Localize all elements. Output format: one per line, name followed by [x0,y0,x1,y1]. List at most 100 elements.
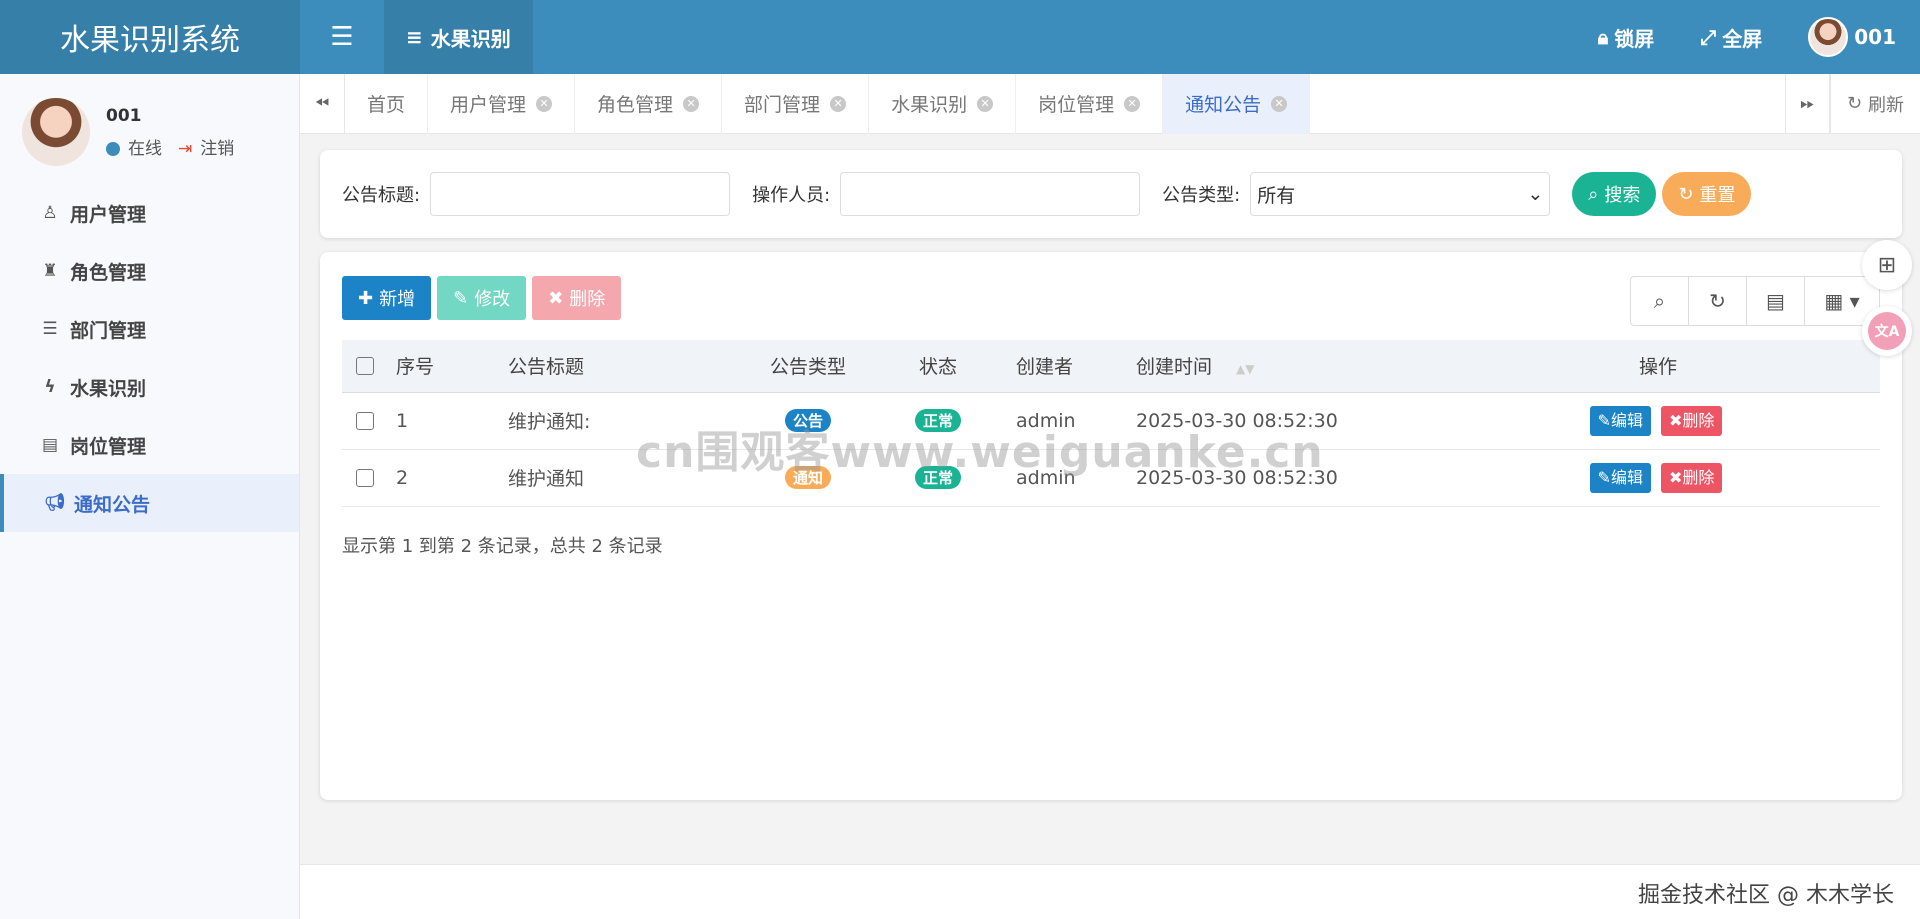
logout-link[interactable]: ⇥ 注销 [178,134,234,159]
type-select[interactable]: 所有 ⌄ [1250,172,1551,216]
row-edit-button[interactable]: ✎编辑 [1589,405,1651,436]
sort-icon: ▲▼ [1236,362,1255,377]
col-type: 公告类型 [728,340,888,393]
tab-role[interactable]: 角色管理 ✕ [575,73,723,134]
times-icon: ✖ [548,287,564,309]
row-delete-button[interactable]: ✖删除 [1661,405,1723,436]
search-panel: 公告标题: 操作人员: 公告类型: 所有 ⌄ ⌕ 搜索 ↻ 重置 [320,150,1902,238]
sidebar-item-role[interactable]: ♜ 角色管理 [0,242,299,300]
hamburger-icon: ☰ [330,22,354,52]
tab-post[interactable]: 岗位管理 ✕ [1016,73,1164,134]
logout-icon: ⇥ [178,138,193,159]
role-icon: ♜ [42,261,58,281]
online-dot-icon [106,141,120,156]
dept-icon: ☰ [42,319,58,339]
expand-icon: ⤢ [1700,25,1717,49]
tab-user[interactable]: 用户管理 ✕ [428,73,576,134]
tab-dept[interactable]: 部门管理 ✕ [722,73,870,134]
chevron-down-icon: ⌄ [1527,183,1544,205]
list-icon: ▤ [1766,289,1785,313]
lock-icon: 🔒︎ [1597,25,1609,49]
sidebar-user-name: 001 [106,105,142,126]
tab-scroll-right-button[interactable]: ⏩︎ [1785,73,1830,134]
refresh-icon: ↻ [1709,289,1726,313]
close-icon[interactable]: ✕ [830,95,847,112]
title-label: 公告标题: [342,185,421,206]
edit-icon: ✎ [1597,467,1611,487]
toggle-view-button[interactable]: ▤ [1747,277,1805,325]
col-creator: 创建者 [988,340,1136,393]
row-edit-button[interactable]: ✎编辑 [1589,462,1651,493]
type-badge: 通知 [784,466,831,489]
pagination-info: 显示第 1 到第 2 条记录，总共 2 条记录 [342,536,663,557]
sidebar-item-post[interactable]: ▤ 岗位管理 [0,416,299,474]
col-action: 操作 [1436,340,1880,393]
sidebar-item-dept[interactable]: ☰ 部门管理 [0,300,299,358]
sidebar-item-notice[interactable]: 📢︎ 通知公告 [0,474,299,532]
search-icon: ⌕ [1588,183,1599,205]
apps-widget-button[interactable]: ⊞ [1862,240,1912,290]
footer: 掘金技术社区 @ 木木学长 [300,864,1920,919]
menu-toggle-button[interactable]: ☰ [300,0,384,74]
delete-button[interactable]: ✖ 删除 [532,276,622,320]
tab-scroll-left-button[interactable]: ⏪︎ [300,73,345,134]
search-icon: ⌕ [1653,289,1666,313]
type-label: 公告类型: [1162,185,1241,206]
user-panel: 001 在线 ⇥ 注销 [0,74,299,184]
operator-input[interactable] [840,172,1141,216]
sidebar: 001 在线 ⇥ 注销 ♙ 用户管理 ♜ 角色管理 ☰ 部门管理 ϟ 水果识别 ▤… [0,74,300,919]
col-title: 公告标题 [508,340,728,393]
apps-icon: ⊞ [1877,252,1897,278]
user-menu[interactable]: 001 [1808,17,1896,57]
table-panel: ✚ 新增 ✎ 修改 ✖ 删除 ⌕ ↻ ▤ ▦ ▾ 序号 公告标题 公告类型 状态… [320,252,1902,800]
lock-screen-button[interactable]: 🔒︎ 锁屏 [1598,23,1655,52]
avatar [1808,17,1849,57]
tab-home[interactable]: 首页 [345,73,429,134]
translate-widget-button[interactable]: 文A [1862,306,1912,356]
list-icon: ≡ [406,25,423,49]
sidebar-item-user[interactable]: ♙ 用户管理 [0,184,299,242]
close-icon[interactable]: ✕ [1271,95,1288,112]
search-button[interactable]: ⌕ 搜索 [1572,172,1657,216]
times-icon: ✖ [1669,467,1683,487]
title-input[interactable] [430,172,731,216]
row-delete-button[interactable]: ✖删除 [1661,462,1723,493]
edit-icon: ✎ [1597,410,1611,430]
top-header: 水果识别系统 ☰ ≡ 水果识别 🔒︎ 锁屏 ⤢ 全屏 001 [0,0,1920,74]
operator-label: 操作人员: [752,185,831,206]
sidebar-item-fruit[interactable]: ϟ 水果识别 [0,358,299,416]
col-time[interactable]: 创建时间 ▲▼ [1136,340,1436,393]
close-icon[interactable]: ✕ [536,95,553,112]
close-icon[interactable]: ✕ [977,95,994,112]
tab-notice[interactable]: 通知公告 ✕ [1163,73,1311,134]
close-icon[interactable]: ✕ [1124,95,1141,112]
tab-fruit[interactable]: 水果识别 ✕ [869,73,1017,134]
select-all-checkbox[interactable] [356,357,374,376]
avatar [22,98,90,166]
col-index: 序号 [396,340,508,393]
refresh-icon: ↻ [1846,93,1863,114]
table-row: 1 维护通知: 公告 正常 admin 2025-03-30 08:52:30 … [342,392,1880,450]
fullscreen-button[interactable]: ⤢ 全屏 [1700,23,1762,52]
refresh-button[interactable]: ↻ 刷新 [1830,73,1920,134]
online-status: 在线 [106,134,162,159]
add-button[interactable]: ✚ 新增 [342,276,432,320]
header-tab-fruit[interactable]: ≡ 水果识别 [384,0,533,74]
brand-title: 水果识别系统 [0,0,300,74]
toggle-search-button[interactable]: ⌕ [1631,277,1689,325]
col-status: 状态 [888,340,988,393]
row-checkbox[interactable] [356,412,374,430]
double-left-icon: ⏪︎ [314,93,330,114]
table-tools: ⌕ ↻ ▤ ▦ ▾ [1630,276,1880,326]
translate-icon: 文A [1868,312,1906,350]
refresh-table-button[interactable]: ↻ [1689,277,1747,325]
reset-button[interactable]: ↻ 重置 [1662,172,1752,216]
close-icon[interactable]: ✕ [683,95,700,112]
table-row: 2 维护通知 通知 正常 admin 2025-03-30 08:52:30 ✎… [342,449,1880,507]
times-icon: ✖ [1669,410,1683,430]
row-checkbox[interactable] [356,469,374,487]
edit-button[interactable]: ✎ 修改 [437,276,527,320]
status-badge: 正常 [914,466,961,489]
table-header-row: 序号 公告标题 公告类型 状态 创建者 创建时间 ▲▼ 操作 [342,340,1880,393]
bolt-icon: ϟ [44,377,56,397]
